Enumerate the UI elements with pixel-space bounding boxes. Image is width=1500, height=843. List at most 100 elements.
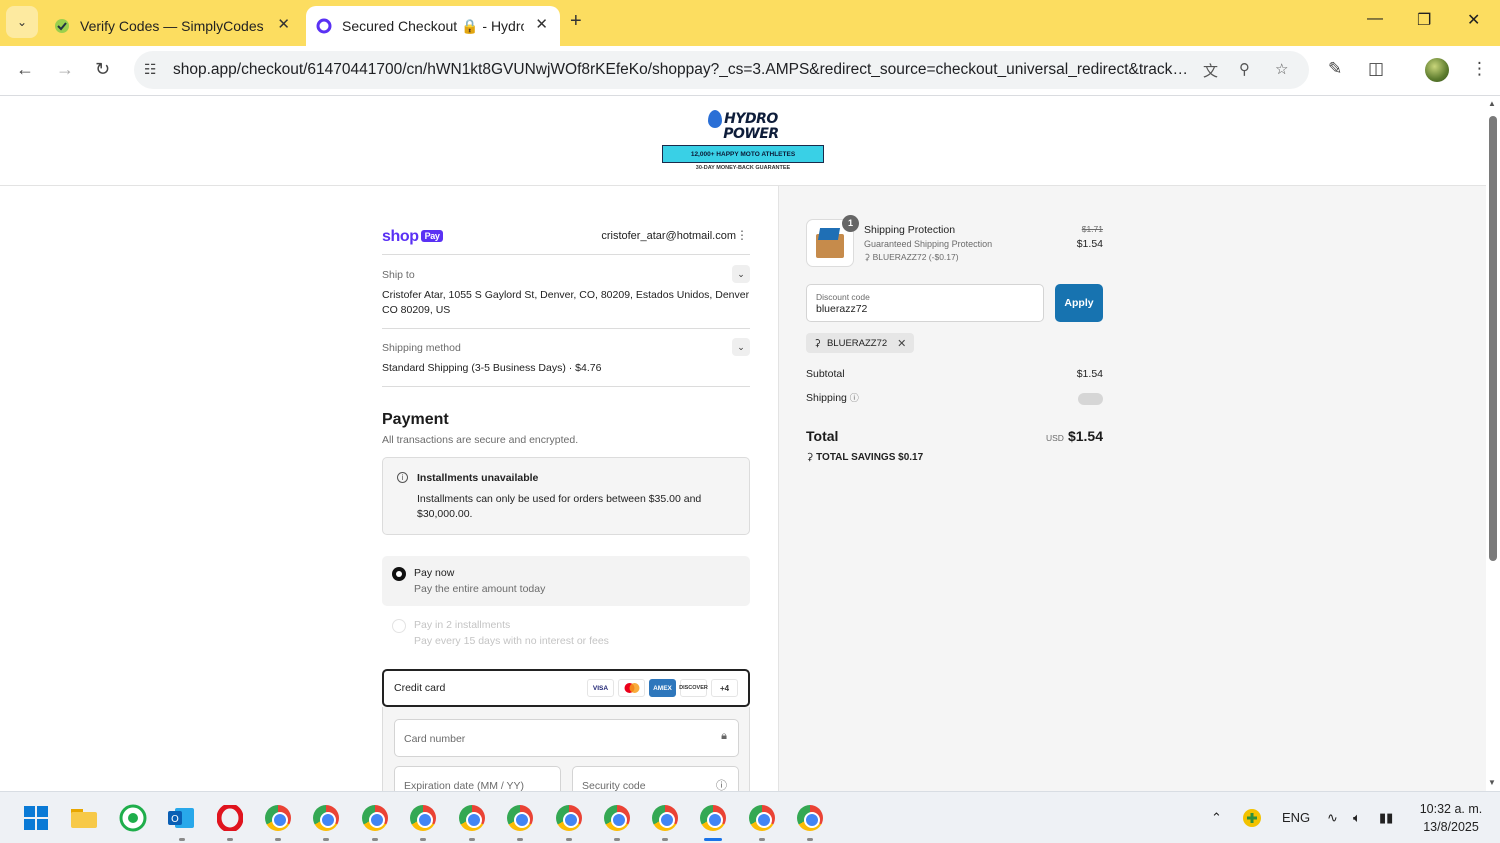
windows-start-icon[interactable] (21, 803, 51, 833)
ship-to-label: Ship to (382, 269, 415, 281)
chrome-profile-5-icon[interactable] (457, 803, 487, 833)
extensions-icon[interactable]: ◫ (1368, 59, 1384, 79)
scroll-up-icon[interactable]: ▲ (1488, 99, 1496, 108)
shipping-method-value: Standard Shipping (3-5 Business Days) · … (382, 362, 602, 374)
chrome-profile-4-icon[interactable] (408, 803, 438, 833)
new-tab-icon[interactable]: + (570, 10, 582, 33)
pay-now-option[interactable]: Pay now Pay the entire amount today (382, 556, 750, 606)
back-icon[interactable]: ← (16, 59, 34, 80)
notice-title: Installments unavailable (417, 472, 539, 484)
applied-code: BLUERAZZ72 (826, 337, 888, 349)
tab-strip: ⌄ Verify Codes — SimplyCodes ✕ Secured C… (0, 0, 1500, 46)
discount-code-label: Discount code (816, 292, 870, 302)
item-name: Shipping Protection (864, 224, 956, 236)
minimize-icon[interactable]: — (1367, 10, 1383, 28)
security-placeholder: Security code (582, 780, 646, 791)
order-summary-panel (779, 186, 1486, 791)
expiration-date-field[interactable]: Expiration date (MM / YY) (394, 766, 561, 791)
volume-icon[interactable]: 🔈︎ (1353, 810, 1361, 826)
chevron-up-icon[interactable]: ⌃ (1211, 810, 1222, 826)
chrome-profile-7-icon[interactable] (554, 803, 584, 833)
option-subtitle: Pay the entire amount today (414, 583, 546, 595)
tag-icon: ⚳ (806, 452, 817, 463)
scrollbar-thumb[interactable] (1489, 116, 1497, 561)
chrome-profile-12-icon[interactable] (795, 803, 825, 833)
card-number-placeholder: Card number (404, 733, 466, 745)
profile-avatar[interactable] (1425, 58, 1449, 82)
account-email[interactable]: cristofer_atar@hotmail.com (601, 230, 736, 242)
restore-icon[interactable]: ❐ (1417, 10, 1431, 30)
tag-icon: ⚳ (864, 252, 873, 262)
system-clock[interactable]: 10:32 a. m. 13/8/2025 (1412, 800, 1490, 836)
translate-icon[interactable]: 文 (1203, 60, 1218, 81)
chrome-profile-3-icon[interactable] (360, 803, 390, 833)
zoom-icon[interactable]: ⚲ (1239, 60, 1250, 78)
chrome-profile-8-icon[interactable] (602, 803, 632, 833)
card-form: Card number 🔒︎ Expiration date (MM / YY)… (382, 707, 750, 791)
help-icon[interactable]: ⓘ (850, 393, 859, 403)
chrome-profile-1-icon[interactable] (263, 803, 293, 833)
help-icon[interactable]: ⓘ (716, 777, 727, 791)
file-explorer-icon[interactable] (69, 803, 99, 833)
discount-code-field[interactable]: Discount code bluerazz72 (806, 284, 1044, 322)
installments-notice: i Installments unavailable Installments … (382, 457, 750, 535)
battery-icon[interactable]: ▮▮ (1379, 810, 1393, 826)
chrome-profile-2-icon[interactable] (311, 803, 341, 833)
tray-app-icon[interactable] (1239, 805, 1265, 831)
hydro-power-logo[interactable]: HYDRO POWER 12,000+ HAPPY MOTO ATHLETES … (661, 110, 825, 171)
remove-code-icon[interactable]: ✕ (897, 337, 906, 350)
forward-icon[interactable]: → (56, 59, 74, 80)
column-divider (778, 186, 779, 791)
tab-simplycodes[interactable]: Verify Codes — SimplyCodes ✕ (44, 6, 302, 46)
ship-to-chevron-icon[interactable]: ⌄ (732, 265, 750, 283)
account-menu-icon[interactable]: ⋮ (736, 228, 748, 242)
visa-icon: VISA (587, 679, 614, 697)
tab-title: Verify Codes — SimplyCodes (80, 18, 264, 34)
close-icon[interactable]: ✕ (277, 15, 290, 33)
payment-heading: Payment (382, 411, 449, 428)
scroll-down-icon[interactable]: ▼ (1488, 778, 1496, 787)
divider (382, 328, 750, 329)
tab-checkout[interactable]: Secured Checkout 🔒 - Hydro P ✕ (306, 6, 560, 46)
browser-toolbar: ← → ↻ ☷ shop.app/checkout/61470441700/cn… (0, 46, 1500, 96)
reload-icon[interactable]: ↻ (95, 59, 110, 80)
pay-now-radio[interactable] (392, 567, 406, 581)
url-text[interactable]: shop.app/checkout/61470441700/cn/hWN1kt8… (173, 61, 1191, 79)
site-info-icon[interactable]: ☷ (144, 61, 157, 78)
address-bar[interactable]: ☷ shop.app/checkout/61470441700/cn/hWN1k… (134, 51, 1309, 89)
edit-icon[interactable]: ✎ (1328, 59, 1342, 79)
whatsapp-icon[interactable] (118, 803, 148, 833)
shipping-method-label: Shipping method (382, 342, 461, 354)
total-savings: ⚳ TOTAL SAVINGS $0.17 (806, 452, 924, 463)
security-code-field[interactable]: Security code ⓘ (572, 766, 739, 791)
menu-kebab-icon[interactable]: ⋮ (1471, 59, 1488, 79)
amex-icon: AMEX (649, 679, 676, 697)
card-number-field[interactable]: Card number 🔒︎ (394, 719, 739, 757)
tag-icon: ⚳ (814, 337, 821, 349)
apply-button[interactable]: Apply (1055, 284, 1103, 322)
pay-installments-radio[interactable] (392, 619, 406, 633)
item-original-price: $1.71 (1081, 224, 1103, 234)
outlook-icon[interactable]: O (166, 803, 196, 833)
bookmark-star-icon[interactable]: ☆ (1275, 60, 1288, 78)
close-icon[interactable]: ✕ (535, 15, 548, 33)
shipping-method-chevron-icon[interactable]: ⌄ (732, 338, 750, 356)
credit-card-option[interactable]: Credit card VISA AMEX DISCOVER +4 (382, 669, 750, 707)
tab-search-button[interactable]: ⌄ (6, 6, 38, 38)
windows-taskbar: O ⌃ ENG ∿ 🔈︎ ▮▮ 10:32 a. m. 13/8/2025 (0, 791, 1500, 843)
chrome-profile-11-icon[interactable] (747, 803, 777, 833)
total-currency: USD (1046, 433, 1064, 443)
notice-text: Installments can only be used for orders… (417, 493, 702, 520)
opera-icon[interactable] (215, 803, 245, 833)
page-scrollbar[interactable]: ▲ ▼ (1486, 96, 1500, 791)
option-title: Pay now (414, 567, 455, 579)
window-close-icon[interactable]: ✕ (1467, 10, 1480, 30)
chevron-down-icon: ⌄ (16, 15, 28, 29)
pay-installments-option[interactable]: Pay in 2 installments Pay every 15 days … (382, 608, 750, 658)
chrome-profile-10-icon[interactable] (698, 803, 728, 833)
language-indicator[interactable]: ENG (1282, 810, 1310, 825)
chrome-profile-6-icon[interactable] (505, 803, 535, 833)
chrome-profile-9-icon[interactable] (650, 803, 680, 833)
wifi-icon[interactable]: ∿ (1327, 810, 1338, 826)
card-brand-logos: VISA AMEX DISCOVER +4 (587, 679, 738, 697)
